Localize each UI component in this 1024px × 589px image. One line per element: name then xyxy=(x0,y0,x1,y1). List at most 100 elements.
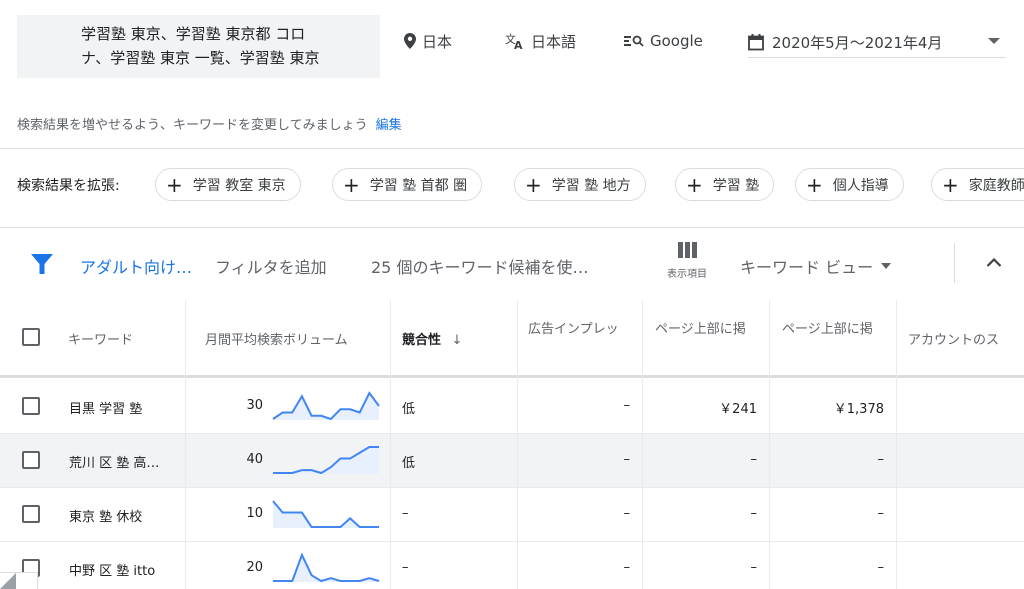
dropdown-caret-icon xyxy=(881,263,892,269)
trend-sparkline xyxy=(273,552,380,583)
filter-funnel-icon[interactable] xyxy=(31,254,53,274)
expand-chip[interactable]: + 個人指導 xyxy=(795,168,904,201)
header-competition[interactable]: 競合性 ↓ xyxy=(402,329,462,348)
date-range-label: 2020年5月〜2021年4月 xyxy=(772,33,943,52)
column-divider xyxy=(185,300,186,589)
impression-share-cell: – xyxy=(623,452,631,467)
network-selector[interactable]: Google xyxy=(624,30,703,52)
location-selector[interactable]: 日本 xyxy=(404,30,452,52)
location-pin-icon xyxy=(404,33,416,49)
column-divider xyxy=(517,300,518,589)
impression-share-cell: – xyxy=(623,506,631,521)
header-keyword[interactable]: キーワード xyxy=(68,329,133,348)
table-row[interactable]: 荒川 区 塾 高… 40 低 – – – xyxy=(0,434,1024,488)
competition-cell: – xyxy=(402,560,409,575)
plus-icon: + xyxy=(686,172,703,197)
select-all-checkbox[interactable] xyxy=(22,328,40,346)
bid-low-cell: – xyxy=(750,506,758,521)
table-header: キーワード 月間平均検索ボリューム 競合性 ↓ 広告インプレッ ページ上部に掲 … xyxy=(0,300,1024,378)
volume-cell: 10 xyxy=(246,506,263,521)
broaden-hint: 検索結果を増やせるよう、キーワードを変更してみましょう 編集 xyxy=(17,114,402,133)
header-monthly-volume[interactable]: 月間平均検索ボリューム xyxy=(205,329,383,348)
bid-low-cell: – xyxy=(750,560,758,575)
bid-high-cell: ￥1,378 xyxy=(833,402,884,417)
dropdown-caret-icon xyxy=(988,38,1000,44)
sparkline-area xyxy=(273,501,379,528)
column-divider xyxy=(896,300,897,589)
plus-icon: + xyxy=(525,172,542,197)
bid-low-cell: ￥241 xyxy=(719,402,757,417)
keyword-cell: 中野 区 塾 itto xyxy=(69,564,156,579)
bid-high-cell: – xyxy=(877,506,885,521)
add-filter-button[interactable]: フィルタを追加 xyxy=(215,254,327,278)
network-label: Google xyxy=(650,32,703,50)
header-top-bid-low[interactable]: ページ上部に掲 xyxy=(655,318,761,337)
keyword-count-text: 25 個のキーワード候補を使… xyxy=(371,258,589,277)
row-checkbox[interactable] xyxy=(22,451,40,469)
sparkline-line xyxy=(273,552,380,583)
volume-cell: 20 xyxy=(246,560,263,575)
impression-share-cell: – xyxy=(623,560,631,575)
plus-icon: + xyxy=(166,172,183,197)
header-ad-impression-share[interactable]: 広告インプレッ xyxy=(528,318,636,337)
location-label: 日本 xyxy=(422,32,453,51)
row-checkbox[interactable] xyxy=(22,505,40,523)
volume-cell: 40 xyxy=(246,452,263,467)
competition-cell: 低 xyxy=(402,456,416,471)
columns-icon xyxy=(655,242,719,258)
plus-icon: + xyxy=(942,172,959,197)
svg-text:A: A xyxy=(514,39,523,50)
impression-share-cell: – xyxy=(623,398,631,413)
divider xyxy=(954,243,955,283)
keyword-table: キーワード 月間平均検索ボリューム 競合性 ↓ 広告インプレッ ページ上部に掲 … xyxy=(0,300,1024,589)
trend-sparkline xyxy=(273,446,379,475)
columns-button[interactable]: 表示項目 xyxy=(655,242,719,280)
keyword-cell: 荒川 区 塾 高… xyxy=(69,456,160,471)
bid-high-cell: – xyxy=(877,560,885,575)
translate-icon: 文A xyxy=(505,32,523,50)
row-checkbox[interactable] xyxy=(22,397,40,415)
keyword-cell: 目黒 学習 塾 xyxy=(69,402,143,417)
keyword-cell: 東京 塾 休校 xyxy=(69,510,143,525)
table-row[interactable]: 目黒 学習 塾 30 低 – ￥241 ￥1,378 xyxy=(0,380,1024,434)
table-row[interactable]: 東京 塾 休校 10 – – – – xyxy=(0,488,1024,542)
header-top-bid-high[interactable]: ページ上部に掲 xyxy=(782,318,887,337)
divider xyxy=(0,227,1024,228)
language-selector[interactable]: 文A 日本語 xyxy=(505,30,576,52)
expand-chip[interactable]: + 学習 教室 東京 xyxy=(155,168,301,201)
trend-sparkline xyxy=(272,500,379,528)
bid-low-cell: – xyxy=(750,452,758,467)
keyword-view-label: キーワード ビュー xyxy=(740,258,874,277)
expand-chip[interactable]: + 学習 塾 首都 圏 xyxy=(332,168,483,201)
date-range-selector[interactable]: 2020年5月〜2021年4月 xyxy=(748,27,1006,58)
volume-cell: 30 xyxy=(246,398,263,413)
calendar-icon xyxy=(748,33,764,50)
plus-icon: + xyxy=(806,172,823,197)
hint-text: 検索結果を増やせるよう、キーワードを変更してみましょう xyxy=(17,118,368,133)
edit-link[interactable]: 編集 xyxy=(376,118,402,133)
column-divider xyxy=(390,300,391,589)
trend-sparkline xyxy=(272,391,380,421)
header-account-status[interactable]: アカウントのス xyxy=(908,329,1024,348)
query-text-line2: ナ、学習塾 東京 一覧、学習塾 東京 xyxy=(81,49,320,67)
competition-cell: – xyxy=(402,506,409,521)
resize-handle-icon[interactable] xyxy=(0,573,16,589)
chevron-up-icon[interactable] xyxy=(986,257,1002,267)
expand-chip[interactable]: + 学習 塾 xyxy=(675,168,775,201)
keyword-view-dropdown[interactable]: キーワード ビュー xyxy=(740,254,892,278)
bid-high-cell: – xyxy=(877,452,885,467)
search-network-icon xyxy=(624,35,644,47)
table-row[interactable]: 中野 区 塾 itto 20 – – – – xyxy=(0,542,1024,589)
columns-label: 表示項目 xyxy=(667,269,707,280)
query-text-line1: 学習塾 東京、学習塾 東京都 コロ xyxy=(81,25,306,43)
language-label: 日本語 xyxy=(531,32,577,51)
adult-filter-chip[interactable]: アダルト向け… xyxy=(80,254,192,278)
expand-chip[interactable]: + 家庭教師 xyxy=(931,168,1024,201)
plus-icon: + xyxy=(343,172,360,197)
column-divider xyxy=(769,300,770,589)
expand-label: 検索結果を拡張: xyxy=(17,178,120,194)
sparkline-area xyxy=(273,555,379,582)
expand-chip[interactable]: + 学習 塾 地方 xyxy=(514,168,646,201)
keyword-query-box[interactable]: 学習塾 東京、学習塾 東京都 コロ ナ、学習塾 東京 一覧、学習塾 東京 xyxy=(17,15,380,78)
divider xyxy=(0,148,1024,149)
